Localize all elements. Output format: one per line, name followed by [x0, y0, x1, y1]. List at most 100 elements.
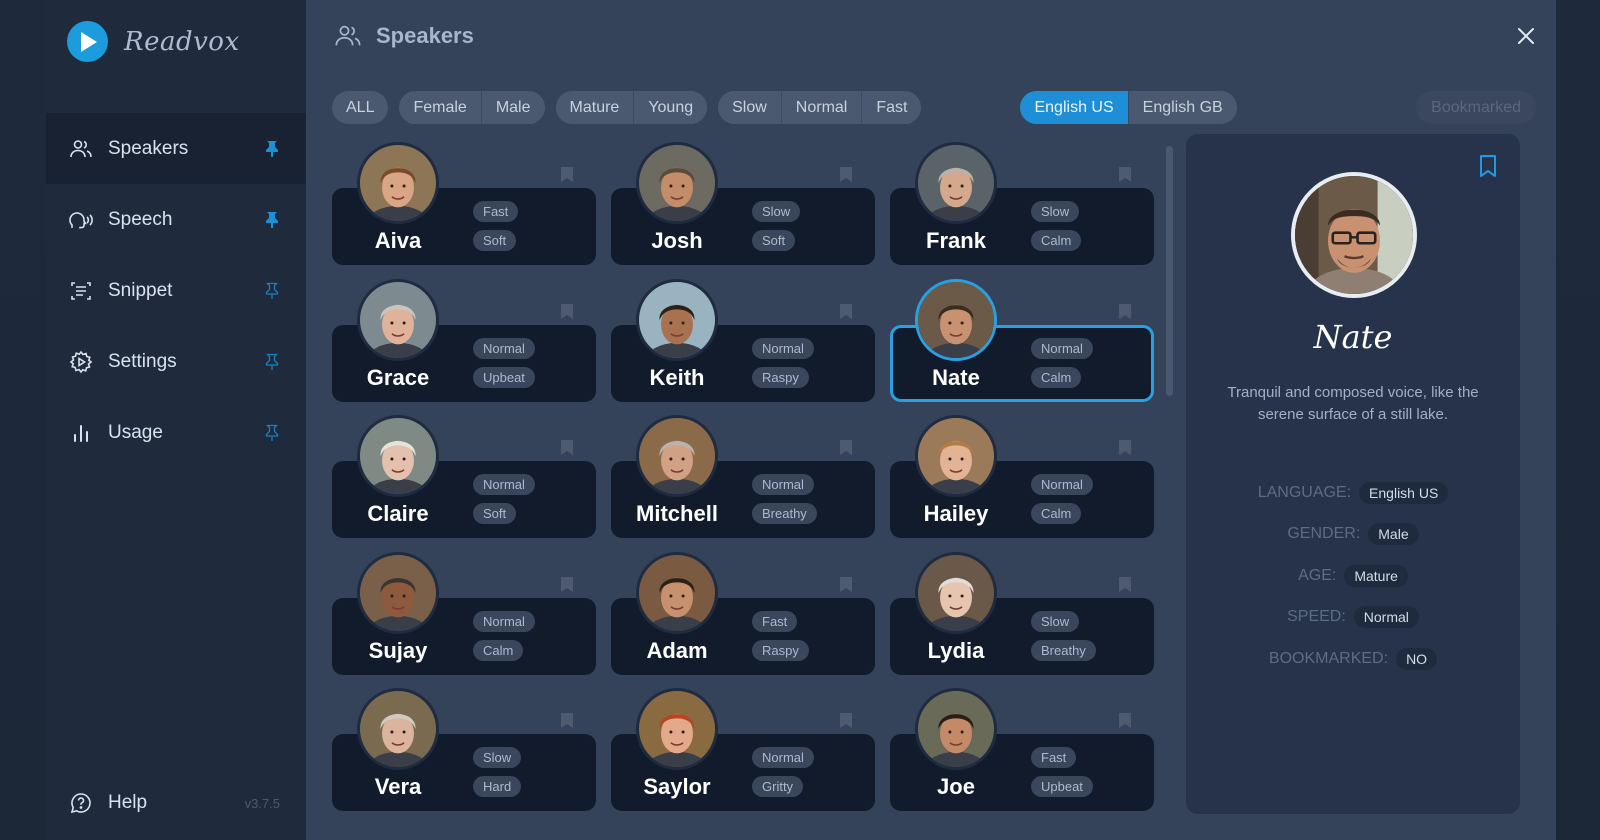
property-label: BOOKMARKED:	[1268, 649, 1389, 667]
speaker-card[interactable]: Saylor Normal Gritty	[611, 686, 875, 823]
speaker-detail-panel: Nate Tranquil and composed voice, like t…	[1186, 134, 1520, 814]
speaker-avatar	[636, 415, 718, 497]
sidebar-item-snippet[interactable]: Snippet	[46, 255, 306, 326]
detail-avatar	[1291, 172, 1417, 298]
speaker-avatar	[636, 142, 718, 224]
speaker-avatar	[915, 415, 997, 497]
bookmark-icon[interactable]	[839, 439, 853, 456]
bookmark-toggle-button[interactable]	[1478, 154, 1498, 178]
bookmark-icon[interactable]	[1118, 439, 1132, 456]
speaker-card[interactable]: Frank Slow Calm	[890, 140, 1154, 277]
speaker-avatar	[357, 688, 439, 770]
bookmark-icon[interactable]	[1118, 303, 1132, 320]
speaker-card[interactable]: Sujay Normal Calm	[332, 550, 596, 687]
tone-tag: Calm	[473, 639, 524, 661]
speed-tag: Normal	[752, 747, 814, 768]
tone-tag: Breathy	[1031, 639, 1096, 661]
filter-bar: ALL Female Male Mature Young Slow Normal…	[332, 91, 1248, 124]
bookmark-icon[interactable]	[839, 166, 853, 183]
speaker-name: Aiva	[374, 228, 422, 253]
filter-english-gb[interactable]: English GB	[1128, 91, 1237, 124]
speed-tag: Slow	[1031, 201, 1080, 222]
filter-normal[interactable]: Normal	[781, 91, 863, 124]
play-logo-icon	[67, 21, 108, 62]
speaker-card[interactable]: Lydia Slow Breathy	[890, 550, 1154, 687]
speaker-name: Adam	[646, 637, 708, 663]
bookmark-icon[interactable]	[560, 576, 574, 593]
property-gender: GENDER: Male	[1186, 514, 1520, 556]
bookmark-icon[interactable]	[839, 303, 853, 320]
speaker-avatar	[636, 551, 718, 634]
speaker-card[interactable]: Nate Normal Calm	[890, 277, 1154, 414]
bookmark-icon[interactable]	[839, 712, 853, 729]
sidebar-item-speech[interactable]: Speech	[46, 184, 306, 255]
bookmark-icon[interactable]	[839, 576, 853, 593]
grid-scrollbar[interactable]	[1166, 146, 1173, 396]
pin-outline-icon[interactable]	[264, 282, 280, 300]
filter-all[interactable]: ALL	[332, 91, 389, 124]
tone-tag: Soft	[473, 503, 517, 524]
help-button[interactable]: Help v3.7.5	[68, 788, 280, 818]
filter-english-us[interactable]: English US	[1020, 91, 1129, 124]
property-label: GENDER:	[1287, 525, 1361, 543]
speaker-card[interactable]: Keith Normal Raspy	[611, 277, 875, 414]
bookmark-icon[interactable]	[1118, 166, 1132, 183]
speaker-card[interactable]: Josh Slow Soft	[611, 140, 875, 277]
sidebar: Readvox Speakers Speech Snippet Settings…	[46, 0, 306, 840]
tone-tag: Raspy	[752, 366, 809, 388]
property-value: Normal	[1353, 606, 1419, 629]
filter-fast[interactable]: Fast	[862, 91, 922, 124]
speaker-card[interactable]: Grace Normal Upbeat	[332, 277, 596, 414]
bookmark-icon[interactable]	[560, 439, 574, 456]
filter-group-language: English US English GB	[1020, 91, 1237, 124]
tone-tag: Soft	[752, 230, 796, 251]
pin-filled-icon[interactable]	[264, 140, 280, 158]
speaker-card[interactable]: Mitchell Normal Breathy	[611, 413, 875, 550]
filter-mature[interactable]: Mature	[555, 91, 635, 124]
tone-tag: Breathy	[752, 503, 817, 524]
speed-tag: Normal	[1031, 337, 1093, 359]
filter-slow[interactable]: Slow	[718, 91, 782, 124]
property-label: LANGUAGE:	[1257, 483, 1352, 501]
page-title: Speakers	[332, 20, 474, 52]
speaker-card[interactable]: Hailey Normal Calm	[890, 413, 1154, 550]
speed-tag: Normal	[1031, 474, 1093, 495]
bookmark-icon[interactable]	[1118, 576, 1132, 593]
speaker-avatar	[915, 688, 997, 770]
pin-outline-icon[interactable]	[264, 353, 280, 371]
speaker-avatar	[357, 142, 439, 224]
speaker-name: Joe	[937, 774, 975, 799]
pin-outline-icon[interactable]	[264, 424, 280, 442]
speaker-name: Vera	[374, 774, 422, 799]
bookmark-icon[interactable]	[560, 712, 574, 729]
tone-tag: Raspy	[752, 639, 809, 661]
filter-young[interactable]: Young	[634, 91, 708, 124]
speaker-card[interactable]: Claire Normal Soft	[332, 413, 596, 550]
app-logo: Readvox	[67, 21, 240, 62]
filter-male[interactable]: Male	[481, 91, 545, 124]
speaker-card[interactable]: Aiva Fast Soft	[332, 140, 596, 277]
tone-tag: Upbeat	[1031, 776, 1093, 797]
sidebar-item-label: Usage	[108, 421, 163, 443]
sidebar-item-usage[interactable]: Usage	[46, 397, 306, 468]
filter-female[interactable]: Female	[399, 91, 482, 124]
filter-group-all: ALL	[332, 91, 389, 124]
text-scan-icon	[68, 278, 94, 304]
version-label: v3.7.5	[244, 795, 280, 811]
speaker-card[interactable]: Adam Fast Raspy	[611, 550, 875, 687]
speaker-card[interactable]: Vera Slow Hard	[332, 686, 596, 823]
bookmark-icon[interactable]	[560, 166, 574, 183]
pin-filled-icon[interactable]	[264, 211, 280, 229]
sidebar-item-label: Snippet	[108, 279, 173, 301]
property-language: LANGUAGE: English US	[1186, 472, 1520, 514]
sidebar-item-settings[interactable]: Settings	[46, 326, 306, 397]
detail-speaker-name: Nate	[1313, 318, 1393, 356]
speaker-avatar	[636, 688, 718, 770]
sidebar-item-speakers[interactable]: Speakers	[46, 113, 306, 184]
speed-tag: Fast	[1031, 747, 1077, 768]
bookmark-icon[interactable]	[560, 303, 574, 320]
close-button[interactable]	[1516, 26, 1536, 46]
bookmark-icon[interactable]	[1118, 712, 1132, 729]
filter-bookmarked[interactable]: Bookmarked	[1416, 91, 1536, 124]
speaker-card[interactable]: Joe Fast Upbeat	[890, 686, 1154, 823]
